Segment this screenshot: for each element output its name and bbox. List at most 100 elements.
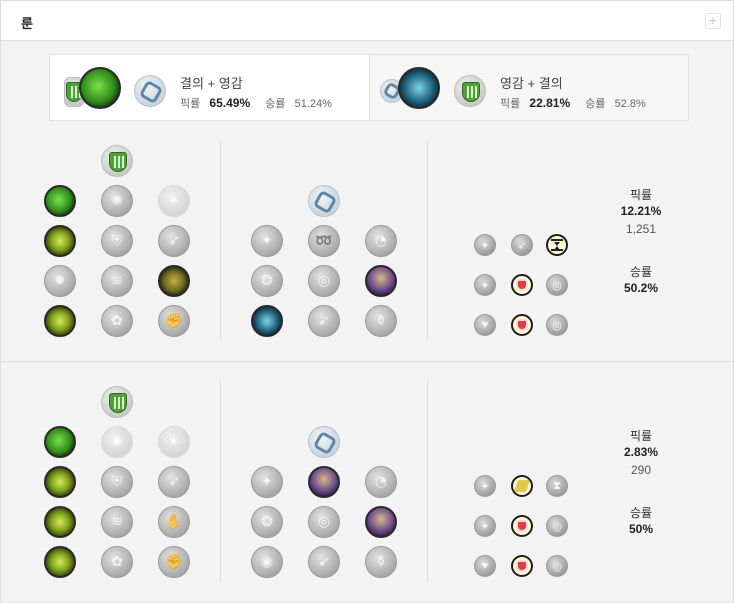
bone-plating-icon[interactable]: ✋: [158, 506, 190, 538]
hextech-flashtraption-icon[interactable]: ✦: [251, 225, 283, 257]
font-of-life-icon[interactable]: ⛨: [101, 466, 133, 498]
grasp-of-the-undying-icon[interactable]: [44, 185, 76, 217]
font-of-life-icon[interactable]: ⛨: [101, 225, 133, 257]
shield-bash-icon[interactable]: ➶: [158, 225, 190, 257]
hextech-flashtraption-icon[interactable]: ✦: [251, 466, 283, 498]
futures-market-icon[interactable]: ❂: [251, 265, 283, 297]
minion-dematerializer-icon[interactable]: ◎: [308, 265, 340, 297]
adaptive-force-shard-icon[interactable]: ✦: [474, 234, 496, 256]
aftershock-icon[interactable]: ✺: [101, 426, 133, 458]
summary-title: 영감 + 결의: [500, 76, 563, 91]
pick-label: 픽률: [629, 188, 653, 202]
pick-value: 2.83%: [623, 445, 659, 459]
demolish-icon[interactable]: [44, 466, 76, 498]
health-shard-icon[interactable]: ♥: [474, 555, 496, 577]
resolve-tree-icon: [101, 386, 133, 418]
grasp-of-the-undying-icon: [79, 67, 121, 109]
magic-resist-shard-icon[interactable]: ◎: [546, 515, 568, 537]
summary-inspiration-resolve[interactable]: 영감 + 결의 픽률 22.81% 승률 52.8%: [369, 55, 688, 120]
pick-value: 65.49%: [209, 96, 251, 110]
magical-footwear-icon[interactable]: [308, 466, 340, 498]
revitalize-icon[interactable]: ✿: [101, 305, 133, 337]
resolve-tree-icon: [454, 75, 486, 107]
armor-shard-icon[interactable]: [511, 314, 533, 336]
summary-title: 결의 + 영감: [180, 76, 243, 91]
overgrowth-icon[interactable]: [44, 305, 76, 337]
guardian-icon[interactable]: ✶: [158, 185, 190, 217]
rune-tree-summary: 결의 + 영감 픽률 65.49% 승률 51.24% 영감 + 결의 픽률 2…: [49, 54, 689, 121]
adaptive-force-shard-icon[interactable]: ✦: [474, 274, 496, 296]
second-wind-icon[interactable]: ≋: [101, 265, 133, 297]
time-warp-tonic-icon[interactable]: ⚱: [365, 305, 397, 337]
revitalize-icon[interactable]: ✿: [101, 546, 133, 578]
unflinching-icon[interactable]: ✊: [158, 305, 190, 337]
games-count: 290: [630, 463, 652, 477]
magical-footwear-icon[interactable]: ➿: [308, 225, 340, 257]
unsealed-spellbook-icon: [398, 67, 440, 109]
divider: [220, 382, 221, 582]
health-shard-icon[interactable]: ♥: [474, 314, 496, 336]
summary-stats: 픽률 65.49% 승률 51.24%: [180, 95, 332, 111]
pick-value: 12.21%: [620, 204, 662, 218]
pick-value: 22.81%: [529, 96, 571, 110]
conditioning-icon[interactable]: ✹: [44, 265, 76, 297]
perfect-timing-icon[interactable]: ◔: [365, 466, 397, 498]
win-label: 승률: [265, 98, 286, 110]
magic-resist-shard-icon[interactable]: ◎: [546, 555, 568, 577]
win-label: 승률: [629, 506, 653, 520]
armor-shard-icon[interactable]: [511, 555, 533, 577]
biscuit-delivery-icon[interactable]: [365, 265, 397, 297]
rune-header: 룬 +: [1, 1, 733, 41]
bone-plating-icon[interactable]: [158, 265, 190, 297]
guardian-icon[interactable]: ✶: [158, 426, 190, 458]
win-label: 승률: [585, 98, 606, 110]
ability-haste-shard-icon[interactable]: ⧗: [546, 475, 568, 497]
approach-velocity-icon[interactable]: ➹: [308, 546, 340, 578]
rune-build-2: ✺ ✶ ⛨ ➶ ≋ ✋ ✿ ✊ ✦ ◔ ❂ ◎ ◉ ➹ ⚱ ✦ ⧗ ✦ ◎ ♥ …: [1, 363, 733, 603]
expand-button[interactable]: +: [705, 13, 721, 29]
resolve-tree-icon: [101, 145, 133, 177]
shield-bash-icon[interactable]: ➶: [158, 466, 190, 498]
magic-resist-shard-icon[interactable]: ◎: [546, 314, 568, 336]
second-wind-icon[interactable]: ≋: [101, 506, 133, 538]
pick-label: 픽률: [180, 98, 201, 110]
cosmic-insight-icon[interactable]: [251, 305, 283, 337]
summary-resolve-inspiration[interactable]: 결의 + 영감 픽률 65.49% 승률 51.24%: [50, 55, 369, 120]
attack-speed-shard-icon[interactable]: [511, 475, 533, 497]
adaptive-force-shard-icon[interactable]: ✦: [474, 515, 496, 537]
divider: [220, 141, 221, 341]
futures-market-icon[interactable]: ❂: [251, 506, 283, 538]
biscuit-delivery-icon[interactable]: [365, 506, 397, 538]
inspiration-tree-icon: [134, 75, 166, 107]
grasp-of-the-undying-icon[interactable]: [44, 426, 76, 458]
win-value: 50%: [628, 522, 654, 536]
win-value: 50.2%: [623, 281, 659, 295]
time-warp-tonic-icon[interactable]: ⚱: [365, 546, 397, 578]
aftershock-icon[interactable]: ✺: [101, 185, 133, 217]
pick-label: 픽률: [629, 429, 653, 443]
cosmic-insight-icon[interactable]: ◉: [251, 546, 283, 578]
unflinching-icon[interactable]: ✊: [158, 546, 190, 578]
perfect-timing-icon[interactable]: ◔: [365, 225, 397, 257]
build-stats: 픽률 12.21% 1,251 승률 50.2%: [591, 186, 691, 295]
build-stats: 픽률 2.83% 290 승률 50%: [591, 427, 691, 536]
armor-shard-icon[interactable]: [511, 515, 533, 537]
divider: [427, 382, 428, 582]
win-label: 승률: [629, 265, 653, 279]
demolish-icon[interactable]: [44, 225, 76, 257]
magic-resist-shard-icon[interactable]: ◎: [546, 274, 568, 296]
win-value: 52.8%: [614, 98, 646, 110]
attack-speed-shard-icon[interactable]: ➶: [511, 234, 533, 256]
armor-shard-icon[interactable]: [511, 274, 533, 296]
minion-dematerializer-icon[interactable]: ◎: [308, 506, 340, 538]
adaptive-force-shard-icon[interactable]: ✦: [474, 475, 496, 497]
rune-panel: 룬 + 결의 + 영감 픽률 65.49% 승률 51.24% 영감 + 결의 …: [0, 0, 734, 603]
ability-haste-shard-icon[interactable]: [546, 234, 568, 256]
games-count: 1,251: [625, 222, 657, 236]
approach-velocity-icon[interactable]: ➹: [308, 305, 340, 337]
pick-label: 픽률: [500, 98, 521, 110]
overgrowth-icon[interactable]: [44, 546, 76, 578]
summary-stats: 픽률 22.81% 승률 52.8%: [500, 95, 646, 111]
page-title: 룬: [21, 16, 33, 31]
conditioning-icon[interactable]: [44, 506, 76, 538]
